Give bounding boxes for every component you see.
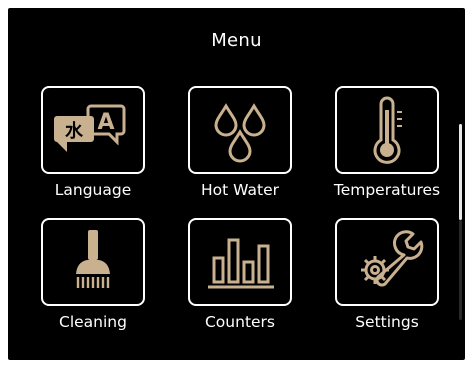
menu-screen: Menu A 水 Language Hot Water Temperatures… xyxy=(8,8,465,360)
tile-settings[interactable]: Settings xyxy=(310,218,465,348)
tile-language-label: Language xyxy=(54,181,132,199)
tile-language-frame: A 水 xyxy=(41,86,145,174)
language-icon: A 水 xyxy=(54,104,126,152)
tile-hot-water[interactable]: Hot Water xyxy=(163,86,323,216)
svg-text:水: 水 xyxy=(65,120,84,142)
svg-text:A: A xyxy=(97,110,114,135)
tile-temperatures[interactable]: Temperatures xyxy=(310,86,465,216)
tile-counters-frame xyxy=(188,218,292,306)
page-title: Menu xyxy=(211,30,262,51)
tile-cleaning[interactable]: Cleaning xyxy=(16,218,176,348)
counters-bar-chart-icon xyxy=(208,238,274,289)
tile-settings-frame xyxy=(335,218,439,306)
tile-counters-label: Counters xyxy=(204,313,275,331)
tile-hot-water-frame xyxy=(188,86,292,174)
tile-temperatures-label: Temperatures xyxy=(333,181,441,199)
tile-cleaning-label: Cleaning xyxy=(59,313,127,331)
settings-gear-wrench-icon xyxy=(361,230,424,287)
tile-hot-water-label: Hot Water xyxy=(201,181,279,199)
thermometer-icon xyxy=(373,96,402,164)
cleaning-brush-icon xyxy=(76,230,110,288)
tile-temperatures-frame xyxy=(335,86,439,174)
scrollbar-track xyxy=(459,220,462,320)
hot-water-drops-icon xyxy=(214,103,266,163)
tile-cleaning-frame xyxy=(41,218,145,306)
scrollbar-thumb[interactable] xyxy=(459,124,462,220)
tile-settings-label: Settings xyxy=(355,313,419,331)
tile-counters[interactable]: Counters xyxy=(163,218,323,348)
tile-language[interactable]: A 水 Language xyxy=(16,86,176,216)
